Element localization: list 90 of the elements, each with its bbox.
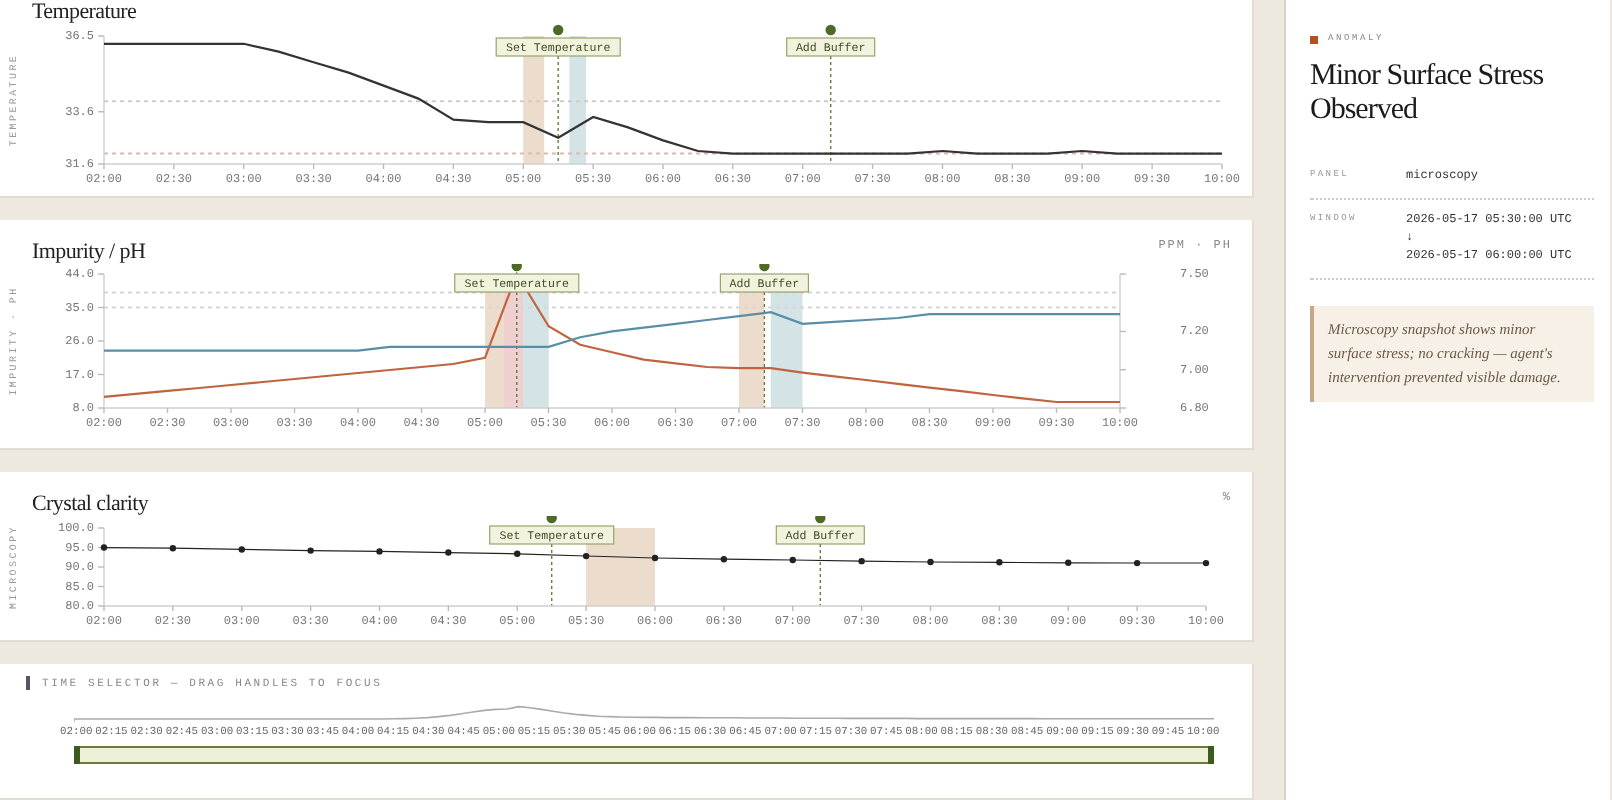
tick-mark xyxy=(611,407,613,414)
y-axis xyxy=(1119,273,1121,409)
tick-mark xyxy=(230,407,232,414)
tick-mark xyxy=(166,407,169,414)
tick-mark xyxy=(97,306,105,309)
data-point xyxy=(996,559,1003,566)
tick-mark xyxy=(738,407,740,414)
tick-mark xyxy=(97,35,105,37)
data-point xyxy=(858,557,865,565)
detail-title: Minor Surface Stress Observed xyxy=(1310,60,1546,128)
tick-mark xyxy=(97,373,105,376)
tick-mark xyxy=(592,163,594,170)
tick-mark xyxy=(941,163,944,170)
tick-mark xyxy=(484,407,486,414)
tick-mark xyxy=(1067,605,1069,612)
tick-mark xyxy=(732,163,734,170)
tick-mark xyxy=(97,585,105,588)
tick-mark xyxy=(1151,163,1153,170)
data-point xyxy=(789,556,796,564)
data-point xyxy=(376,548,383,555)
tick-mark xyxy=(516,605,518,612)
tick-mark xyxy=(522,163,524,170)
tick-mark xyxy=(382,163,385,170)
tick-mark xyxy=(97,546,105,549)
tick-mark xyxy=(801,407,804,414)
tick-mark xyxy=(1136,605,1138,612)
tick-mark xyxy=(1055,407,1058,414)
data-point xyxy=(1202,559,1210,567)
tick-mark xyxy=(309,605,312,612)
tick-mark xyxy=(378,605,381,612)
tick-mark xyxy=(1221,163,1223,170)
tick-mark xyxy=(547,407,550,414)
tick-mark xyxy=(172,605,174,612)
data-point xyxy=(238,546,245,553)
data-point xyxy=(651,554,659,562)
y-axis xyxy=(103,527,105,607)
tick-mark xyxy=(998,605,1001,612)
tick-mark xyxy=(243,163,245,170)
tick-mark xyxy=(1119,330,1127,333)
tick-mark xyxy=(1205,605,1207,612)
tick-mark xyxy=(662,163,664,170)
tick-mark xyxy=(97,527,105,529)
tick-mark xyxy=(97,273,105,275)
tick-mark xyxy=(654,605,656,612)
tick-mark xyxy=(802,163,804,170)
data-point xyxy=(100,544,108,551)
range-handle[interactable] xyxy=(1208,746,1214,764)
data-point xyxy=(169,545,177,552)
data-point xyxy=(720,556,728,563)
data-point xyxy=(927,558,934,566)
tick-mark xyxy=(1119,369,1127,371)
tick-mark xyxy=(447,605,450,612)
y-axis xyxy=(103,273,105,409)
tick-mark xyxy=(312,163,315,170)
tick-mark xyxy=(173,163,175,170)
tick-mark xyxy=(865,407,867,414)
data-point xyxy=(1133,559,1141,567)
tick-mark xyxy=(357,407,359,414)
tick-mark xyxy=(585,605,587,612)
tick-mark xyxy=(674,407,677,414)
tick-mark xyxy=(1081,163,1083,170)
tick-mark xyxy=(928,407,931,414)
tick-mark xyxy=(1011,163,1014,170)
tick-mark xyxy=(792,605,794,612)
y-axis xyxy=(103,35,105,165)
tick-mark xyxy=(992,407,994,414)
tick-mark xyxy=(97,111,105,113)
tick-mark xyxy=(860,605,863,612)
data-point xyxy=(445,549,452,556)
chart-title: Impurity / pH xyxy=(32,240,146,264)
chart-title: Crystal clarity xyxy=(32,492,149,516)
range-selection[interactable] xyxy=(74,746,1214,764)
tick-mark xyxy=(293,407,296,414)
data-point xyxy=(307,547,314,554)
tick-mark xyxy=(97,566,105,568)
anomaly-marker xyxy=(1310,35,1318,43)
tick-mark xyxy=(929,605,932,612)
tick-mark xyxy=(97,340,105,342)
tick-mark xyxy=(420,407,423,414)
data-point xyxy=(582,552,590,560)
tick-mark xyxy=(723,605,725,612)
tick-mark xyxy=(871,163,874,170)
data-point xyxy=(1065,559,1072,566)
tick-mark xyxy=(1119,273,1127,275)
tick-mark xyxy=(241,605,243,612)
data-point xyxy=(514,550,521,557)
range-handle[interactable] xyxy=(74,746,80,764)
section-marker xyxy=(26,676,30,690)
chart-title: Temperature xyxy=(32,0,137,24)
tick-mark xyxy=(452,163,455,170)
